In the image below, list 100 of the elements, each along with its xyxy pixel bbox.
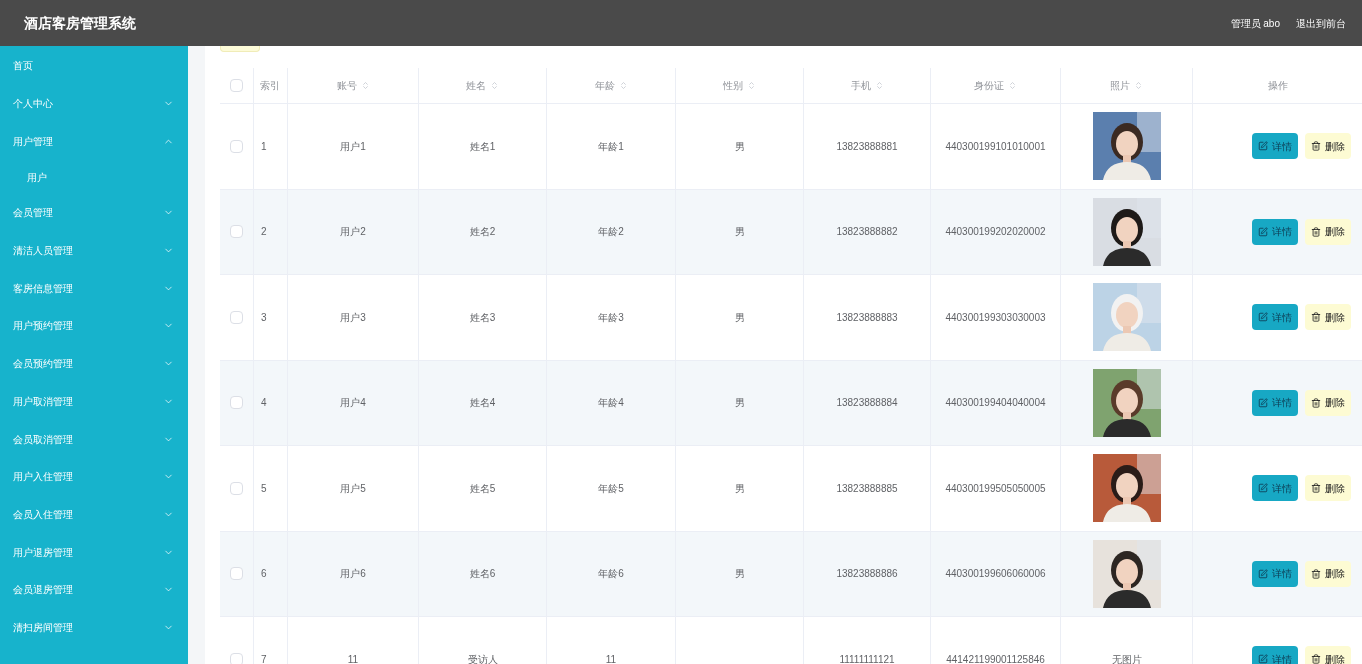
row-checkbox[interactable] — [230, 396, 243, 410]
row-checkbox[interactable] — [230, 139, 243, 153]
sidebar-item[interactable]: 用户管理 — [0, 122, 188, 161]
delete-button[interactable]: 删除 — [1305, 133, 1351, 160]
table-cell-text: 姓名3 — [469, 310, 496, 325]
sidebar-item[interactable]: 会员取消管理 — [0, 420, 188, 458]
table-cell-text: 11111111121 — [839, 652, 895, 664]
detail-button[interactable]: 详情 — [1252, 133, 1298, 160]
sidebar-item[interactable]: 首页 — [0, 47, 188, 85]
table-cell-text: 13823888883 — [836, 310, 898, 325]
row-checkbox[interactable] — [230, 652, 243, 664]
sidebar-item[interactable]: 用户取消管理 — [0, 382, 188, 421]
table-cell-text: 男 — [734, 225, 745, 240]
delete-button[interactable]: 删除 — [1305, 389, 1351, 416]
table-cell-text: 11 — [605, 652, 617, 664]
column-header[interactable]: 性别 — [723, 78, 743, 93]
sidebar-item[interactable]: 会员预约管理 — [0, 344, 188, 383]
table-cell-text: 男 — [734, 396, 745, 411]
detail-button[interactable]: 详情 — [1252, 560, 1298, 587]
sort-icon[interactable] — [490, 81, 499, 90]
table-cell-text: 用户1 — [340, 139, 366, 154]
delete-button[interactable]: 删除 — [1305, 304, 1351, 331]
table-cell-text: 姓名1 — [469, 139, 496, 154]
sidebar-item[interactable]: 清洁人员管理 — [0, 231, 188, 270]
table-cell-text: 3 — [261, 310, 267, 325]
sort-icon[interactable] — [747, 81, 756, 90]
table-cell-text: 用户3 — [340, 310, 366, 325]
table-cell-text: 男 — [734, 481, 745, 496]
sort-icon[interactable] — [360, 81, 370, 90]
delete-button[interactable]: 删除 — [1305, 218, 1351, 245]
sidebar-item[interactable]: 用户入住管理 — [0, 457, 188, 496]
detail-button[interactable]: 详情 — [1252, 218, 1298, 245]
delete-button[interactable]: 删除 — [1305, 646, 1351, 664]
sidebar-item[interactable]: 个人中心 — [0, 84, 188, 123]
sort-icon[interactable] — [874, 81, 884, 90]
edit-icon — [1258, 141, 1268, 152]
sort-icon[interactable] — [1008, 81, 1017, 90]
row-checkbox[interactable] — [230, 310, 243, 324]
table-cell-text: 13823888884 — [836, 396, 898, 411]
delete-button[interactable]: 删除 — [1305, 475, 1351, 502]
row-checkbox[interactable] — [230, 567, 243, 581]
detail-button[interactable]: 详情 — [1252, 389, 1298, 416]
table-cell-text: 2 — [261, 225, 267, 240]
table-cell-text: 440300199303030003 — [945, 310, 1046, 325]
row-checkbox[interactable] — [230, 79, 243, 92]
sidebar-subitem[interactable]: 用户 — [0, 160, 188, 195]
column-header[interactable]: 年龄 — [594, 78, 615, 93]
edit-icon — [1258, 226, 1268, 237]
table-cell-text: 用户5 — [340, 481, 366, 496]
sort-icon[interactable] — [1134, 81, 1143, 90]
table-cell-text: 姓名4 — [469, 396, 496, 411]
table-cell-text: 13823888885 — [836, 481, 898, 496]
column-header[interactable]: 账号 — [336, 78, 357, 93]
row-checkbox[interactable] — [230, 481, 243, 495]
table-cell-text: 440300199101010001 — [945, 139, 1046, 154]
column-header[interactable]: 身份证 — [974, 78, 1004, 93]
sidebar-item[interactable]: 会员入住管理 — [0, 495, 188, 534]
column-header: 索引 — [260, 79, 280, 93]
trash-icon — [1311, 312, 1321, 323]
table-cell-text: 440300199606060006 — [945, 567, 1046, 582]
table-cell-text: 姓名5 — [469, 481, 496, 496]
detail-button[interactable]: 详情 — [1252, 646, 1298, 664]
row-checkbox[interactable] — [230, 225, 243, 239]
sidebar-item[interactable]: 用户退房管理 — [0, 533, 188, 571]
sidebar-item[interactable]: 清扫房间管理 — [0, 608, 188, 647]
edit-icon — [1258, 312, 1268, 323]
table-cell-text: 姓名2 — [469, 225, 496, 240]
table-cell-text: 年龄1 — [598, 139, 624, 154]
detail-button[interactable]: 详情 — [1252, 304, 1298, 331]
table-cell-text: 13823888882 — [836, 225, 898, 240]
table-cell-text: 7 — [261, 652, 267, 664]
table-cell-text: 受访人 — [467, 652, 498, 664]
table-cell-text: 用户6 — [340, 567, 366, 582]
table-cell-text: 6 — [261, 567, 267, 582]
table-cell-text: 13823888886 — [836, 567, 898, 582]
admin-label: 管理员 abo — [1230, 16, 1280, 31]
table-cell-text: 男 — [734, 139, 745, 154]
detail-button[interactable]: 详情 — [1252, 475, 1298, 502]
table-cell-text: 1 — [261, 139, 267, 154]
sidebar-item[interactable]: 客房信息管理 — [0, 269, 188, 308]
sort-icon[interactable] — [618, 81, 628, 90]
sidebar-item[interactable]: 用户预约管理 — [0, 307, 188, 345]
column-header[interactable]: 姓名 — [466, 78, 486, 93]
column-header[interactable]: 照片 — [1110, 78, 1130, 93]
table-cell-text: 年龄3 — [598, 310, 624, 325]
column-header: 操作 — [1267, 79, 1288, 93]
delete-button[interactable]: 删除 — [1305, 560, 1351, 587]
sidebar-item[interactable]: 会员退房管理 — [0, 570, 188, 609]
sidebar-item[interactable]: 会员管理 — [0, 194, 188, 232]
table-cell-text: 11 — [347, 652, 359, 664]
column-header[interactable]: 手机 — [850, 78, 871, 93]
table-cell-text: 用户2 — [340, 225, 366, 240]
trash-icon — [1311, 397, 1321, 408]
table-cell-text: 13823888881 — [836, 139, 898, 154]
edit-icon — [1258, 483, 1268, 494]
table-cell-text: 5 — [261, 481, 267, 496]
table-cell-text: 年龄4 — [598, 396, 624, 411]
filter-button[interactable] — [220, 46, 260, 52]
exit-link[interactable]: 退出到前台 — [1296, 15, 1346, 31]
table-cell-text: 440300199202020002 — [945, 225, 1046, 240]
